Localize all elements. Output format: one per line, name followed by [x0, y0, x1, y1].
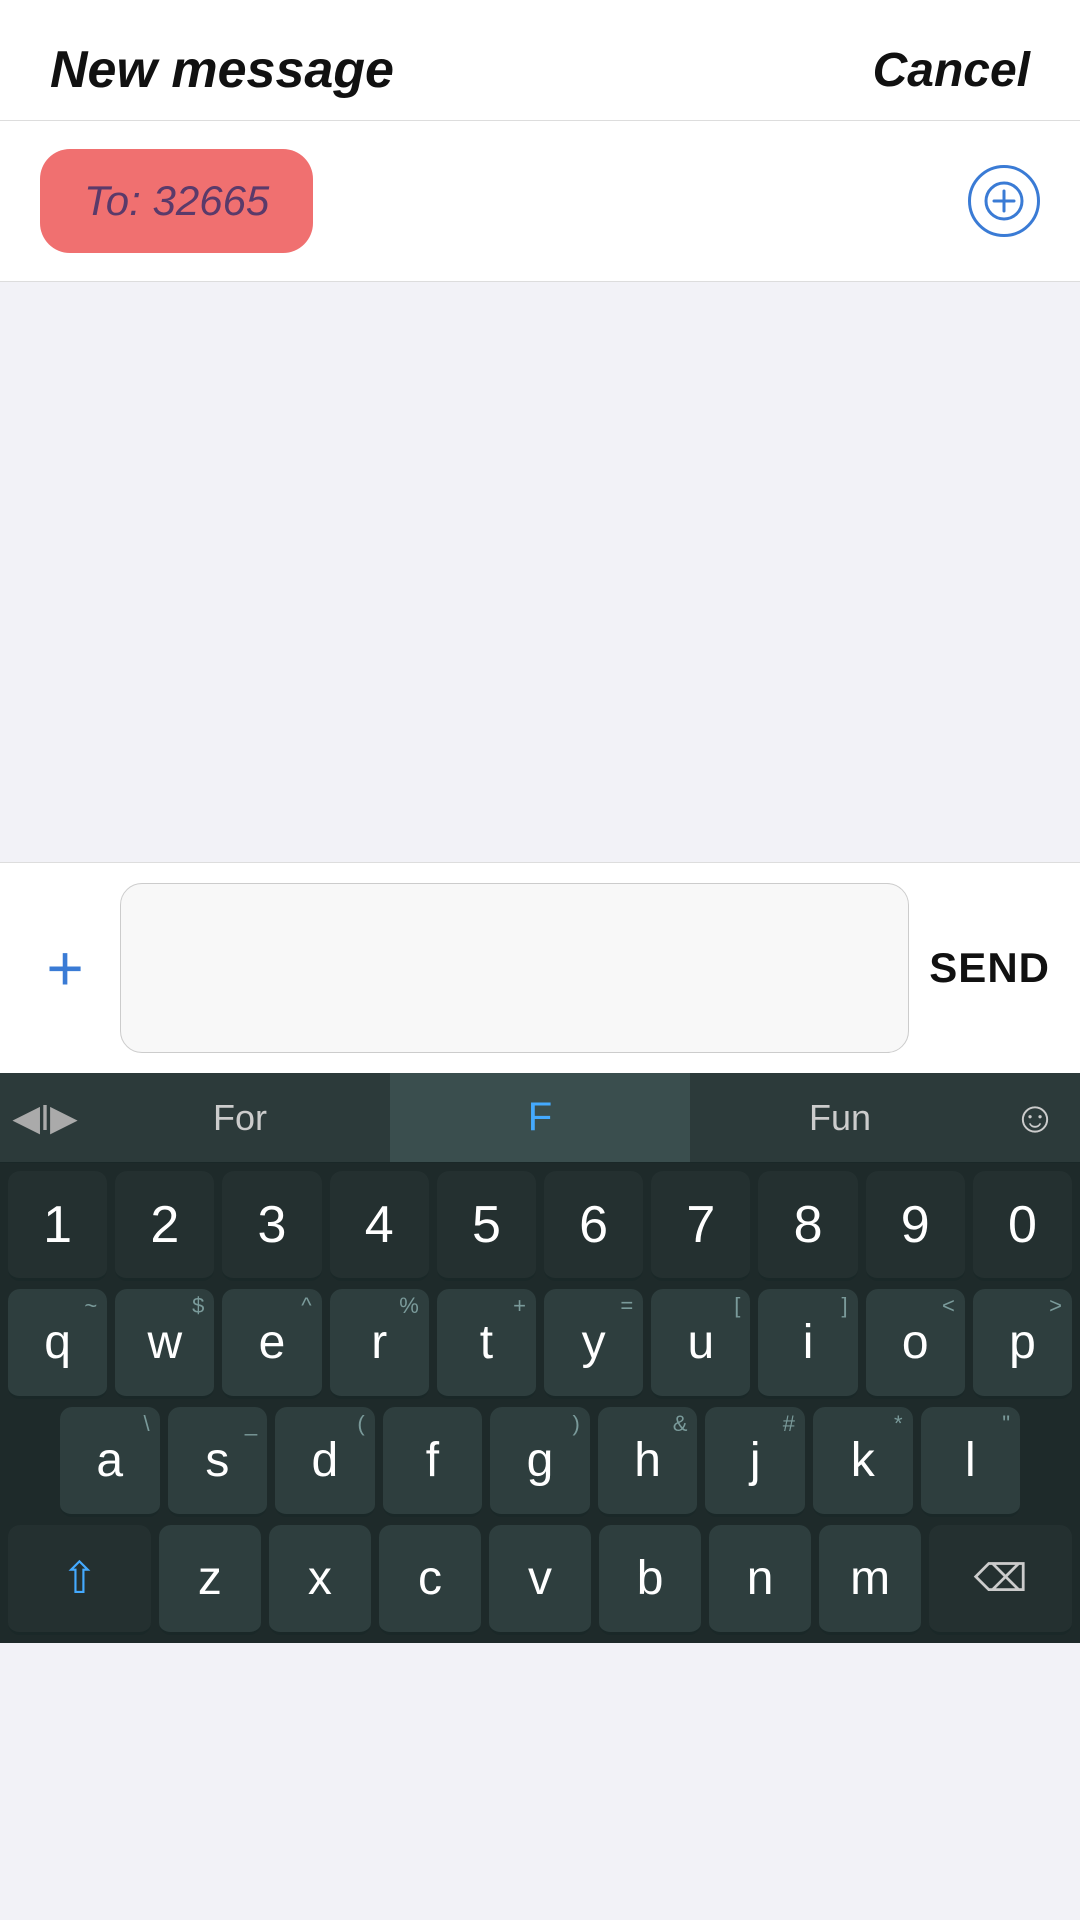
message-input[interactable]: F — [120, 883, 909, 1053]
key-x[interactable]: x — [269, 1525, 371, 1635]
emoji-button[interactable]: ☺ — [990, 1093, 1080, 1143]
key-w[interactable]: $w — [115, 1289, 214, 1399]
keyboard-asdf-row: \a _s (d f )g &h #j *k "l — [0, 1399, 1080, 1517]
key-d[interactable]: (d — [275, 1407, 375, 1517]
key-h[interactable]: &h — [598, 1407, 698, 1517]
key-v[interactable]: v — [489, 1525, 591, 1635]
keyboard-number-row: 1 2 3 4 5 6 7 8 9 0 — [0, 1163, 1080, 1281]
key-y[interactable]: =y — [544, 1289, 643, 1399]
keyboard: 1 2 3 4 5 6 7 8 9 0 ~q $w ^e %r +t =y [u… — [0, 1163, 1080, 1643]
page-title: New message — [50, 40, 394, 100]
header: New message Cancel — [0, 0, 1080, 121]
key-s[interactable]: _s — [168, 1407, 268, 1517]
cancel-button[interactable]: Cancel — [873, 43, 1030, 98]
to-row: To: 32665 — [0, 121, 1080, 282]
keyboard-cursor-control[interactable]: ◀I▶ — [0, 1097, 90, 1139]
key-6[interactable]: 6 — [544, 1171, 643, 1281]
key-7[interactable]: 7 — [651, 1171, 750, 1281]
emoji-icon: ☺ — [1013, 1093, 1058, 1143]
key-u[interactable]: [u — [651, 1289, 750, 1399]
compose-area: + F SEND — [0, 862, 1080, 1073]
key-c[interactable]: c — [379, 1525, 481, 1635]
key-1[interactable]: 1 — [8, 1171, 107, 1281]
recipient-label: To: 32665 — [84, 177, 269, 225]
backspace-icon: ⌫ — [974, 1556, 1028, 1601]
key-j[interactable]: #j — [705, 1407, 805, 1517]
key-b[interactable]: b — [599, 1525, 701, 1635]
backspace-key[interactable]: ⌫ — [929, 1525, 1072, 1635]
cursor-icon: ◀I▶ — [12, 1097, 77, 1139]
keyboard-autocomplete-bar: ◀I▶ For F Fun ☺ — [0, 1073, 1080, 1163]
suggestion-f[interactable]: F — [390, 1073, 690, 1162]
suggestion-fun[interactable]: Fun — [690, 1073, 990, 1162]
key-n[interactable]: n — [709, 1525, 811, 1635]
keyboard-zxcv-row: ⇧ z x c v b n m ⌫ — [0, 1517, 1080, 1643]
key-z[interactable]: z — [159, 1525, 261, 1635]
recipient-number: 32665 — [153, 177, 270, 224]
key-f[interactable]: f — [383, 1407, 483, 1517]
keyboard-qwerty-row: ~q $w ^e %r +t =y [u ]i <o >p — [0, 1281, 1080, 1399]
send-button[interactable]: SEND — [929, 944, 1050, 992]
add-contact-button[interactable] — [968, 165, 1040, 237]
key-r[interactable]: %r — [330, 1289, 429, 1399]
key-3[interactable]: 3 — [222, 1171, 321, 1281]
key-i[interactable]: ]i — [758, 1289, 857, 1399]
key-2[interactable]: 2 — [115, 1171, 214, 1281]
message-body — [0, 282, 1080, 862]
key-q[interactable]: ~q — [8, 1289, 107, 1399]
key-9[interactable]: 9 — [866, 1171, 965, 1281]
suggestion-for[interactable]: For — [90, 1073, 390, 1162]
recipient-chip[interactable]: To: 32665 — [40, 149, 313, 253]
key-k[interactable]: *k — [813, 1407, 913, 1517]
shift-icon: ⇧ — [61, 1553, 98, 1604]
shift-key[interactable]: ⇧ — [8, 1525, 151, 1635]
key-p[interactable]: >p — [973, 1289, 1072, 1399]
key-4[interactable]: 4 — [330, 1171, 429, 1281]
key-e[interactable]: ^e — [222, 1289, 321, 1399]
key-o[interactable]: <o — [866, 1289, 965, 1399]
key-t[interactable]: +t — [437, 1289, 536, 1399]
key-l[interactable]: "l — [921, 1407, 1021, 1517]
key-a[interactable]: \a — [60, 1407, 160, 1517]
key-5[interactable]: 5 — [437, 1171, 536, 1281]
key-0[interactable]: 0 — [973, 1171, 1072, 1281]
attachment-button[interactable]: + — [30, 936, 100, 1000]
key-g[interactable]: )g — [490, 1407, 590, 1517]
to-prefix: To: — [84, 177, 153, 224]
key-8[interactable]: 8 — [758, 1171, 857, 1281]
key-m[interactable]: m — [819, 1525, 921, 1635]
